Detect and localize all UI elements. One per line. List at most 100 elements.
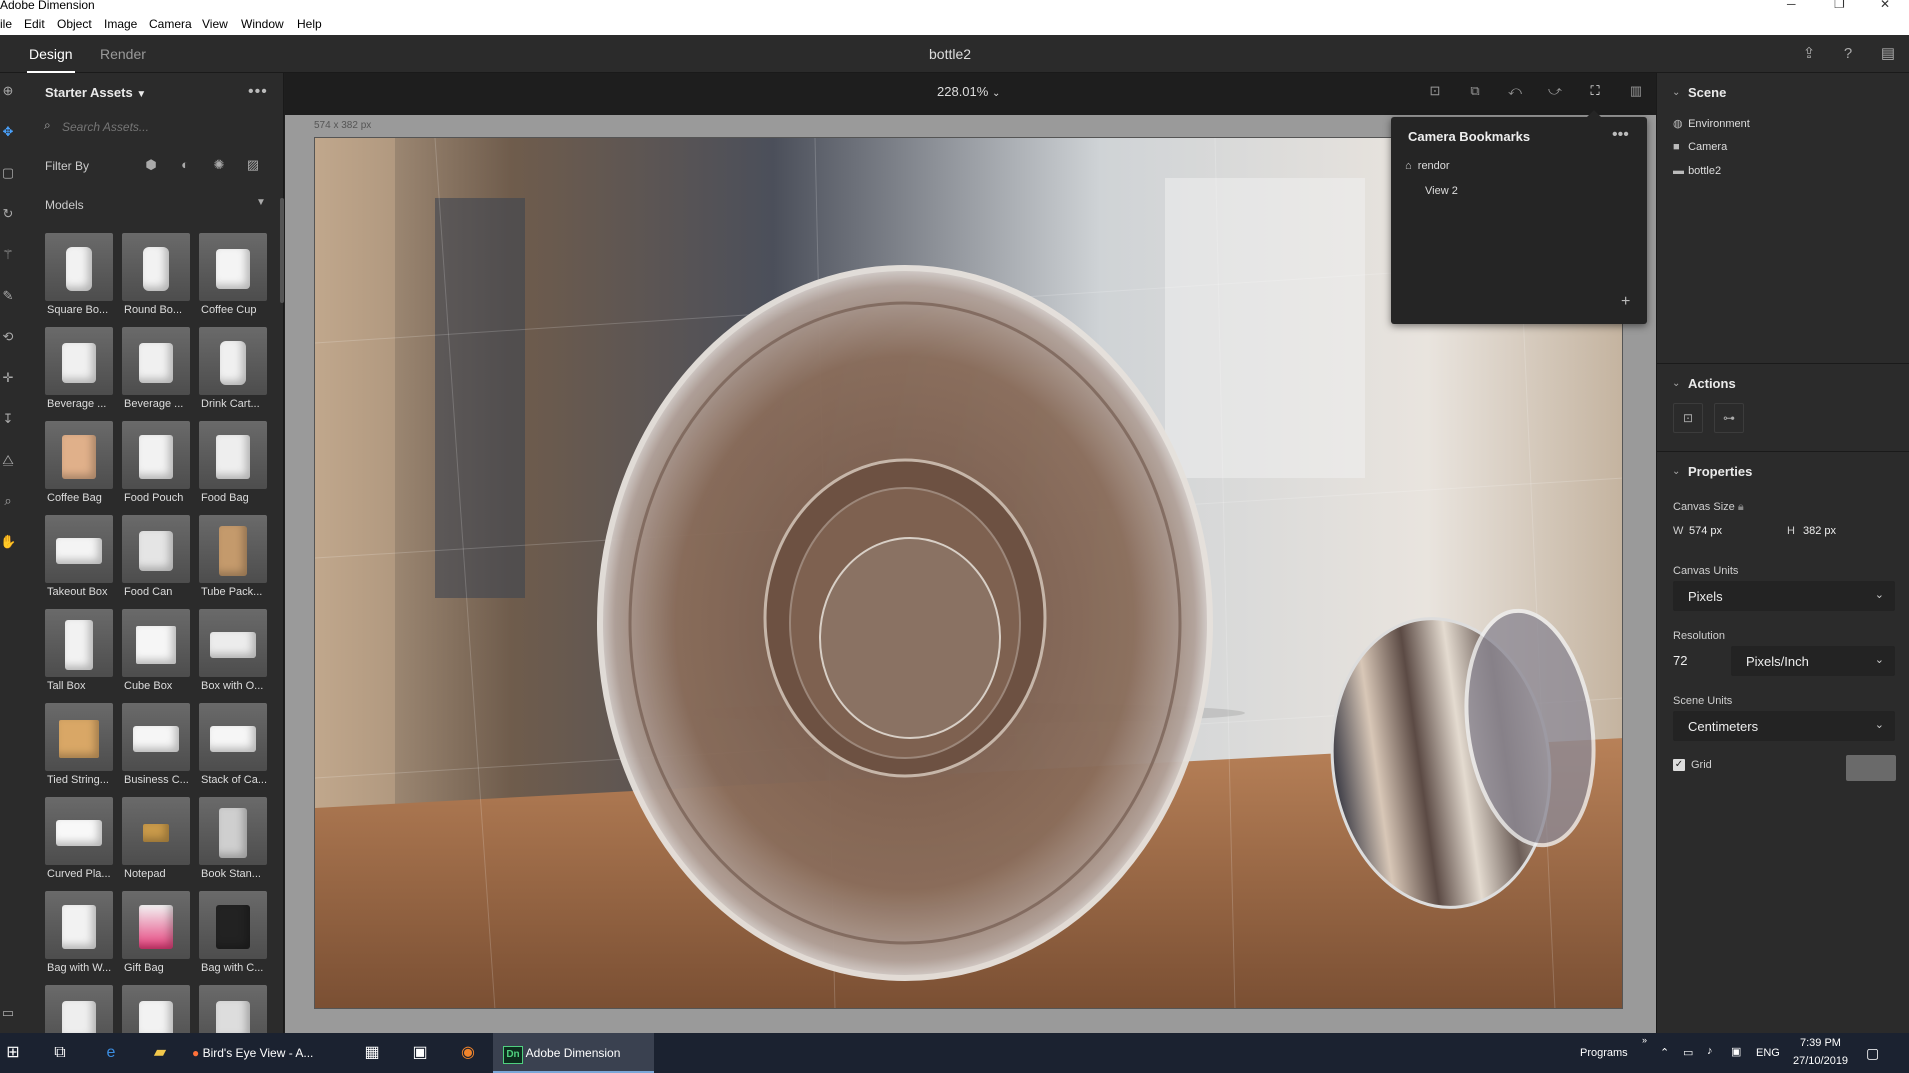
tab-design[interactable]: Design bbox=[27, 46, 75, 73]
close-button[interactable]: ✕ bbox=[1880, 0, 1890, 11]
asset-tile[interactable]: Curved Pla... bbox=[45, 797, 113, 885]
chevron-down-icon[interactable]: ⌄ bbox=[1672, 378, 1680, 389]
asset-tile[interactable]: Square Bo... bbox=[45, 233, 113, 321]
notification-area-icon[interactable]: ▣ bbox=[1731, 1045, 1741, 1058]
asset-tile[interactable]: Takeout Box bbox=[45, 515, 113, 603]
zoom-icon[interactable]: ⌕ bbox=[0, 491, 16, 511]
asset-tile[interactable]: Coffee Bag bbox=[45, 421, 113, 509]
asset-tile[interactable]: Tube Pack... bbox=[199, 515, 267, 603]
asset-tile[interactable]: Tied String... bbox=[45, 703, 113, 791]
redo-view-icon[interactable]: ⤻ bbox=[1545, 83, 1565, 101]
asset-tile[interactable]: Food Bag bbox=[199, 421, 267, 509]
align-icon[interactable]: ⊡ bbox=[1673, 403, 1703, 433]
minimize-button[interactable]: ─ bbox=[1787, 0, 1796, 11]
render-preview-icon[interactable]: ▥ bbox=[1626, 83, 1646, 101]
select-icon[interactable]: ✥ bbox=[0, 122, 16, 142]
file-explorer-icon[interactable]: ▰ bbox=[145, 1033, 175, 1073]
more-icon[interactable]: ••• bbox=[1612, 126, 1629, 144]
asset-tile[interactable]: Beverage ... bbox=[122, 327, 190, 415]
taskbar-app-firefox[interactable]: ● Bird's Eye View - A... bbox=[192, 1033, 342, 1073]
lock-icon[interactable]: 🔒︎ bbox=[1738, 501, 1744, 513]
asset-tile[interactable]: Round Bo... bbox=[122, 233, 190, 321]
feedback-icon[interactable]: ▤ bbox=[1877, 43, 1899, 65]
volume-icon[interactable]: ♪ bbox=[1707, 1045, 1713, 1057]
actions-section-title[interactable]: Actions bbox=[1688, 376, 1736, 391]
chevron-down-icon[interactable]: ▼ bbox=[256, 197, 266, 208]
grid-color-swatch[interactable] bbox=[1846, 755, 1896, 781]
grid-checkbox[interactable]: ✓ bbox=[1673, 759, 1685, 771]
task-view-icon[interactable]: ⧉ bbox=[45, 1033, 75, 1073]
help-icon[interactable]: ? bbox=[1837, 43, 1859, 65]
asset-tile[interactable]: Coffee Cup bbox=[199, 233, 267, 321]
menu-view[interactable]: View bbox=[202, 17, 228, 31]
scene-item-camera[interactable]: ■ Camera bbox=[1673, 141, 1727, 153]
menu-object[interactable]: Object bbox=[57, 17, 92, 31]
blender-icon[interactable]: ◉ bbox=[453, 1033, 483, 1073]
more-icon[interactable]: ••• bbox=[248, 83, 268, 101]
horizon-icon[interactable]: ⧋ bbox=[0, 450, 16, 470]
clock-time[interactable]: 7:39 PM bbox=[1800, 1037, 1841, 1049]
scene-item-bottle2[interactable]: ▬ bottle2 bbox=[1673, 165, 1721, 177]
menu-camera[interactable]: Camera bbox=[149, 17, 192, 31]
asset-tile[interactable]: Food Can bbox=[122, 515, 190, 603]
undo-view-icon[interactable]: ⤺ bbox=[1505, 83, 1525, 101]
chevron-down-icon[interactable]: ⌄ bbox=[1672, 466, 1680, 477]
windows-start-icon[interactable]: ⊞ bbox=[0, 1033, 26, 1073]
drop-icon[interactable]: ↧ bbox=[0, 409, 16, 429]
add-icon[interactable]: ⊕ bbox=[0, 81, 16, 101]
asset-tile[interactable]: Stack of Ca... bbox=[199, 703, 267, 791]
fit-icon[interactable]: ⊡ bbox=[1425, 83, 1445, 101]
magic-wand-icon[interactable]: ⚚ bbox=[0, 245, 16, 265]
tray-up-icon[interactable]: ⌃ bbox=[1660, 1046, 1669, 1059]
asset-tile[interactable]: Notepad bbox=[122, 797, 190, 885]
asset-tile[interactable]: Bag with C... bbox=[199, 891, 267, 979]
bookmark-item[interactable]: ⌂ rendor bbox=[1405, 160, 1450, 172]
programs-label[interactable]: Programs bbox=[1580, 1047, 1628, 1059]
scene-item-environment[interactable]: ◍ Environment bbox=[1673, 117, 1750, 130]
canvas-units-select[interactable]: Pixels ⌄ bbox=[1673, 581, 1895, 611]
assets-title[interactable]: Starter Assets ▼ bbox=[45, 85, 146, 100]
bookmark-item[interactable]: View 2 bbox=[1425, 185, 1458, 197]
camera-bookmark-icon[interactable]: ⛶ bbox=[1585, 83, 1605, 101]
action-center-icon[interactable]: ▢ bbox=[1866, 1045, 1879, 1062]
chevron-down-icon[interactable]: ⌄ bbox=[1672, 87, 1680, 98]
rotate-icon[interactable]: ↻ bbox=[0, 204, 16, 224]
app-icon[interactable]: ▣ bbox=[405, 1033, 435, 1073]
materials-filter-icon[interactable]: ◐ bbox=[176, 157, 194, 175]
panel-toggle-icon[interactable]: ▭ bbox=[0, 1003, 16, 1023]
resolution-unit-select[interactable]: Pixels/Inch ⌄ bbox=[1731, 646, 1895, 676]
camera-frame-icon[interactable]: ⧉ bbox=[1465, 83, 1485, 101]
taskbar-app-dimension[interactable]: Dn Adobe Dimension bbox=[493, 1033, 654, 1073]
asset-tile[interactable]: Drink Cart... bbox=[199, 327, 267, 415]
share-icon[interactable]: ⇪ bbox=[1798, 43, 1820, 65]
height-field[interactable]: 382 px bbox=[1803, 525, 1836, 537]
menu-file[interactable]: ile bbox=[0, 17, 12, 31]
asset-tile[interactable]: Book Stan... bbox=[199, 797, 267, 885]
scene-section-title[interactable]: Scene bbox=[1688, 85, 1726, 100]
menu-window[interactable]: Window bbox=[241, 17, 284, 31]
pan-icon[interactable]: ✋ bbox=[0, 532, 16, 552]
double-chevron-icon[interactable]: » bbox=[1642, 1035, 1647, 1045]
lights-filter-icon[interactable]: ✺ bbox=[210, 157, 228, 175]
images-filter-icon[interactable]: ▨ bbox=[244, 157, 262, 175]
asset-tile[interactable]: Tall Box bbox=[45, 609, 113, 697]
zoom-level[interactable]: 228.01% ⌄ bbox=[937, 84, 1000, 99]
search-input[interactable] bbox=[62, 117, 262, 137]
eyedropper-icon[interactable]: ✎ bbox=[0, 286, 16, 306]
place-on-ground-icon[interactable]: ⊶ bbox=[1714, 403, 1744, 433]
asset-tile[interactable]: Food Pouch bbox=[122, 421, 190, 509]
asset-tile[interactable]: Bag with W... bbox=[45, 891, 113, 979]
asset-tile[interactable]: Beverage ... bbox=[45, 327, 113, 415]
scene-units-select[interactable]: Centimeters ⌄ bbox=[1673, 711, 1895, 741]
properties-section-title[interactable]: Properties bbox=[1688, 464, 1752, 479]
width-field[interactable]: 574 px bbox=[1689, 525, 1722, 537]
asset-tile[interactable]: Business C... bbox=[122, 703, 190, 791]
network-icon[interactable]: ▭ bbox=[1683, 1046, 1693, 1059]
menu-image[interactable]: Image bbox=[104, 17, 137, 31]
paint-icon[interactable]: ⟲ bbox=[0, 327, 16, 347]
models-filter-icon[interactable]: ⬢ bbox=[142, 157, 160, 175]
language-indicator[interactable]: ENG bbox=[1756, 1047, 1780, 1059]
maximize-button[interactable]: ❐ bbox=[1834, 0, 1845, 11]
menu-help[interactable]: Help bbox=[297, 17, 322, 31]
orbit-icon[interactable]: ▢ bbox=[0, 163, 16, 183]
